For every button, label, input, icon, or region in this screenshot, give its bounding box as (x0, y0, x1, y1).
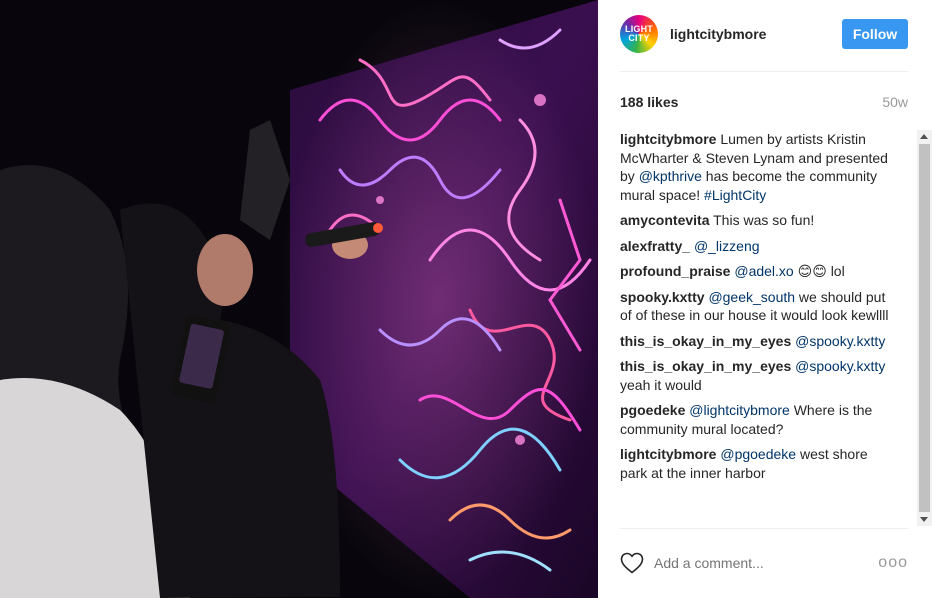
comment-item: lightcitybmore Lumen by artists Kristin … (620, 130, 892, 204)
comment-mention-link[interactable]: @lightcitybmore (689, 402, 790, 418)
comment-mention-link[interactable]: @_lizzeng (694, 238, 760, 254)
avatar[interactable]: LIGHT CITY (620, 15, 658, 53)
scroll-down-arrow-icon[interactable] (920, 517, 928, 522)
post-sidebar: LIGHT CITY lightcitybmore Follow 188 lik… (598, 0, 932, 598)
comment-item: amycontevita This was so fun! (620, 211, 892, 230)
avatar-text-line-2: CITY (628, 33, 650, 43)
comments-list[interactable]: lightcitybmore Lumen by artists Kristin … (620, 130, 892, 526)
add-comment-row: ooo (620, 548, 908, 578)
comment-mention-link[interactable]: @adel.xo (734, 263, 793, 279)
comment-username[interactable]: lightcitybmore (620, 131, 716, 147)
header-divider (620, 71, 908, 72)
comment-item: pgoedeke @lightcitybmore Where is the co… (620, 401, 892, 438)
comment-username[interactable]: pgoedeke (620, 402, 685, 418)
comment-item: alexfratty_ @_lizzeng (620, 237, 892, 256)
comment-username[interactable]: this_is_okay_in_my_eyes (620, 358, 791, 374)
scrollbar-thumb[interactable] (919, 144, 930, 512)
comments-scrollbar[interactable] (917, 130, 932, 526)
post-header: LIGHT CITY lightcitybmore Follow (620, 14, 908, 54)
likes-row: 188 likes 50w (620, 92, 908, 112)
comment-username[interactable]: profound_praise (620, 263, 730, 279)
comment-text: 😊😊 lol (793, 263, 845, 279)
comment-mention-link[interactable]: @spooky.kxtty (795, 333, 885, 349)
comment-item: this_is_okay_in_my_eyes @spooky.kxtty (620, 332, 892, 351)
comment-username[interactable]: spooky.kxtty (620, 289, 705, 305)
comment-username[interactable]: alexfratty_ (620, 238, 690, 254)
comments-divider (620, 528, 908, 529)
post-photo[interactable] (0, 0, 598, 598)
heart-icon[interactable] (620, 552, 644, 574)
comment-username[interactable]: amycontevita (620, 212, 709, 228)
comment-mention-link[interactable]: @geek_south (708, 289, 795, 305)
scroll-up-arrow-icon[interactable] (920, 134, 928, 139)
comment-text: yeah it would (620, 376, 702, 393)
more-options-icon[interactable]: ooo (878, 554, 908, 572)
comment-item: spooky.kxtty @geek_south we should put o… (620, 288, 892, 325)
post-age[interactable]: 50w (882, 94, 908, 110)
add-comment-input[interactable] (654, 555, 879, 571)
mural-photo-illustration (0, 0, 598, 598)
likes-count[interactable]: 188 likes (620, 94, 678, 110)
comment-mention-link[interactable]: @spooky.kxtty (795, 358, 885, 374)
comment-username[interactable]: this_is_okay_in_my_eyes (620, 333, 791, 349)
comment-text: This was so fun! (709, 212, 815, 228)
comment-item: profound_praise @adel.xo 😊😊 lol (620, 262, 892, 281)
comment-item: lightcitybmore @pgoedeke west shore park… (620, 445, 892, 482)
header-username[interactable]: lightcitybmore (670, 26, 842, 42)
comment-item: this_is_okay_in_my_eyes @spooky.kxtty ye… (620, 357, 892, 394)
comment-mention-link[interactable]: @kpthrive (639, 168, 702, 184)
comment-mention-link[interactable]: @pgoedeke (720, 446, 796, 462)
comment-username[interactable]: lightcitybmore (620, 446, 716, 462)
comment-mention-link[interactable]: #LightCity (704, 187, 766, 203)
follow-button[interactable]: Follow (842, 19, 908, 49)
